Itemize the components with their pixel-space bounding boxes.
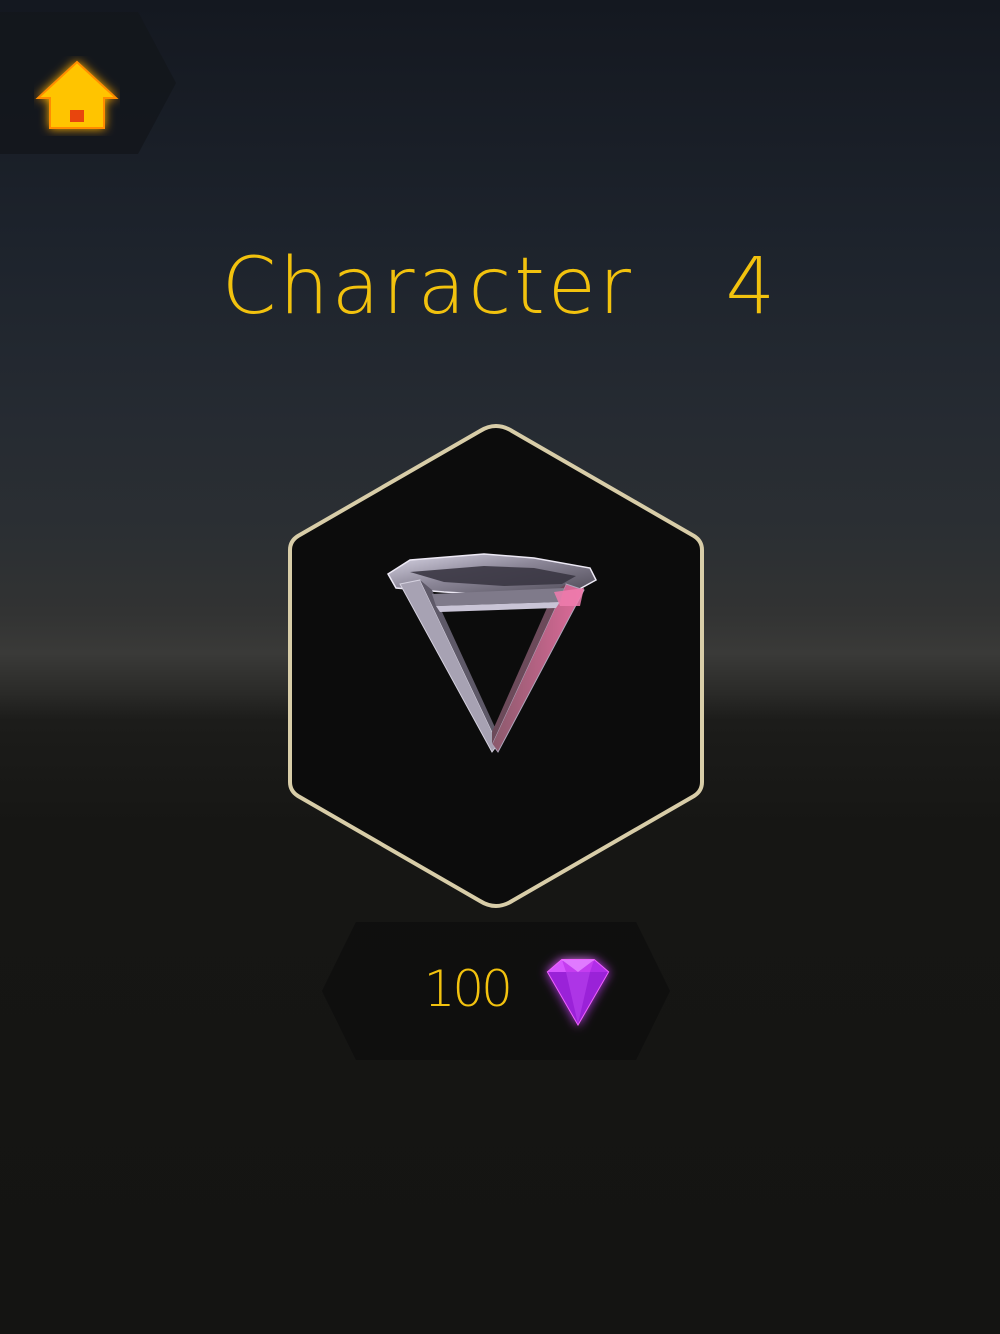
home-button[interactable] — [34, 56, 120, 136]
home-panel — [0, 12, 176, 154]
purple-gem-icon — [546, 959, 610, 1027]
unlock-price-button[interactable]: 100 — [320, 920, 672, 1062]
home-icon — [35, 60, 119, 129]
character-title: Character 4 — [221, 242, 779, 332]
character-preview-card[interactable] — [284, 422, 708, 910]
price-amount: 100 — [423, 960, 513, 1018]
character-hexagon — [288, 423, 704, 909]
